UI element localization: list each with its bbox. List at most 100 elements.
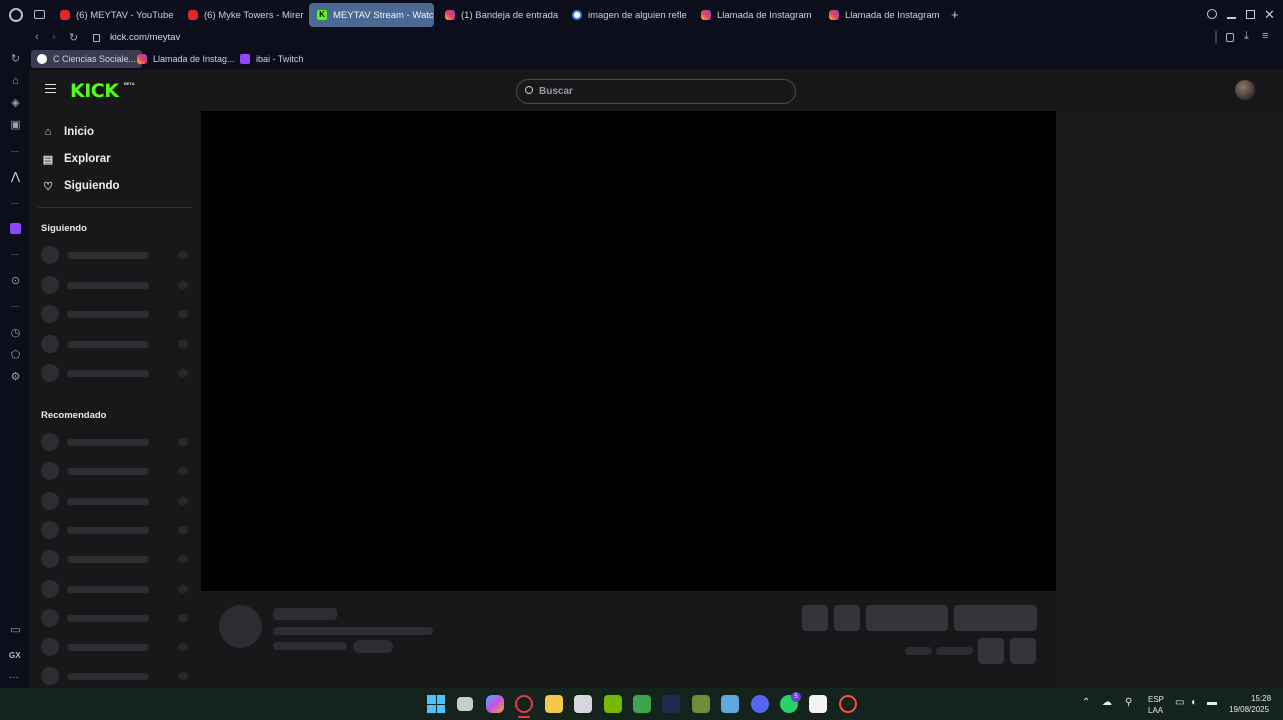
channel-name-skeleton	[67, 556, 149, 564]
clock-date[interactable]: 19/08/2025	[1229, 705, 1269, 714]
gx-mod-icon[interactable]: ▣	[9, 119, 22, 132]
url-field[interactable]: kick.com/meytav	[110, 32, 180, 43]
gx-corner-icon[interactable]: ⌂	[9, 75, 22, 88]
opera-logo-icon[interactable]	[9, 8, 23, 22]
live-indicator-skeleton	[178, 251, 188, 259]
new-tab-button[interactable]: +	[951, 8, 959, 22]
copilot-icon[interactable]	[486, 695, 504, 713]
windows-start-icon[interactable]	[427, 695, 445, 713]
nav-siguiendo[interactable]: ♡ Siguiendo	[42, 176, 120, 196]
nav-explorar[interactable]: ▤ Explorar	[42, 149, 111, 169]
gx-cleaner-icon[interactable]: ◈	[9, 97, 22, 110]
kick-sidebar-icon[interactable]: ⋀	[9, 171, 22, 184]
microphone-icon[interactable]: ⚲	[1125, 697, 1132, 708]
tab-instagram-inbox[interactable]: (1) Bandeja de entrada •	[437, 3, 559, 27]
battery-icon[interactable]: ▬	[1207, 697, 1217, 708]
action-button-skeleton	[834, 605, 860, 631]
active-app-indicator	[518, 716, 530, 718]
channel-name-skeleton	[67, 644, 149, 652]
video-player[interactable]	[201, 111, 1056, 591]
channel-avatar-skeleton	[41, 364, 59, 382]
lock-icon[interactable]	[93, 34, 100, 42]
language-bottom[interactable]: LAA	[1148, 706, 1163, 715]
opera-gx-taskbar-icon[interactable]	[515, 695, 533, 713]
tab-instagram-call-1[interactable]: Llamada de Instagram	[693, 3, 817, 27]
back-icon[interactable]: ‹	[35, 31, 39, 43]
capcut-icon[interactable]	[809, 695, 827, 713]
hamburger-menu-icon[interactable]	[45, 84, 56, 93]
kick-page: KICK BETA Buscar ⌂ Inicio ▤ Explorar ♡ S…	[30, 70, 1283, 688]
vpn-icon[interactable]	[1226, 33, 1234, 42]
notepad-icon[interactable]	[721, 695, 739, 713]
youtube-icon	[60, 10, 70, 20]
forward-icon[interactable]: ›	[52, 31, 56, 43]
more-button-skeleton	[1010, 638, 1036, 664]
extensions-icon[interactable]: ⬠	[9, 349, 22, 362]
onedrive-icon[interactable]: ☁	[1102, 697, 1112, 708]
channel-name-skeleton	[67, 497, 149, 505]
stream-category-skeleton	[273, 642, 347, 650]
discord-icon[interactable]	[751, 695, 769, 713]
live-indicator-skeleton	[178, 339, 188, 348]
language-top[interactable]: ESP	[1148, 695, 1164, 704]
channel-row-skeleton	[41, 433, 191, 451]
nav-inicio[interactable]: ⌂ Inicio	[42, 122, 94, 142]
volume-icon[interactable]: ◖	[1190, 697, 1196, 708]
microsoft-store-icon[interactable]	[574, 695, 592, 713]
channel-row-skeleton	[41, 364, 191, 382]
close-window-button[interactable]: ✕	[1264, 7, 1275, 23]
google-icon	[37, 54, 47, 64]
tab-youtube-meytav[interactable]: (6) MEYTAV - YouTube	[52, 3, 178, 27]
tab-google-image[interactable]: imagen de alguien refle	[564, 3, 688, 27]
minecraft-icon[interactable]	[692, 695, 710, 713]
opera-taskbar-icon[interactable]	[839, 695, 857, 713]
tab-youtube-myke-towers[interactable]: (6) Myke Towers - Mirer	[180, 3, 304, 27]
google-icon	[572, 10, 582, 20]
settings-icon[interactable]: ⚙	[9, 371, 22, 384]
menu-icon[interactable]: ≡	[1262, 30, 1268, 42]
uptime-skeleton	[936, 647, 973, 655]
clock-time[interactable]: 15:28	[1251, 694, 1271, 703]
wallet-icon[interactable]: ▭	[9, 624, 22, 637]
ar-app-icon[interactable]	[662, 695, 680, 713]
bookmarks-bar: C Ciencias Sociale... Llamada de Instag.…	[30, 48, 1283, 70]
bookmark-instagram-call[interactable]: Llamada de Instag...	[131, 50, 241, 68]
nvidia-icon[interactable]	[604, 695, 622, 713]
bookmark-ciencias-sociales[interactable]: C Ciencias Sociale...	[31, 50, 143, 68]
search-tabs-icon[interactable]	[1207, 9, 1217, 19]
history-icon[interactable]: ◷	[9, 327, 22, 340]
channel-row-skeleton	[41, 491, 191, 510]
user-avatar[interactable]	[1235, 80, 1255, 100]
channel-name-skeleton	[67, 281, 149, 289]
reload-icon[interactable]: ↻	[69, 31, 78, 44]
task-view-icon[interactable]	[457, 697, 473, 711]
tab-instagram-call-2[interactable]: Llamada de Instagram	[821, 3, 945, 27]
kick-logo[interactable]: KICK BETA	[70, 80, 135, 102]
sidebar-separator	[11, 306, 19, 307]
player-icon[interactable]: ⊙	[9, 275, 22, 288]
instagram-icon	[701, 10, 711, 20]
subscribe-button-skeleton	[954, 605, 1037, 631]
tab-islands-icon[interactable]	[34, 10, 45, 19]
home-icon: ⌂	[44, 126, 52, 138]
live-indicator-skeleton	[178, 496, 188, 505]
tray-chevron-icon[interactable]: ⌃	[1082, 697, 1090, 708]
twitch-sidebar-icon[interactable]	[9, 223, 22, 236]
gx-control-icon[interactable]: ↻	[9, 53, 22, 66]
more-icon[interactable]: ···	[9, 672, 19, 683]
network-icon[interactable]: ▭	[1175, 697, 1184, 708]
channel-avatar-skeleton	[41, 579, 59, 598]
download-icon[interactable]: ⤓	[1244, 30, 1249, 43]
address-bar: ‹ › ↻ kick.com/meytav ⤓ ≡	[30, 30, 1283, 48]
channel-name-skeleton	[67, 370, 149, 377]
file-explorer-icon[interactable]	[545, 695, 563, 713]
bookmark-ibai-twitch[interactable]: ibai - Twitch	[234, 50, 309, 68]
minimize-button[interactable]	[1227, 17, 1236, 19]
restore-button[interactable]	[1246, 10, 1255, 19]
channel-avatar-skeleton	[41, 462, 59, 481]
heart-icon: ♡	[43, 180, 53, 193]
tab-kick-meytav[interactable]: K MEYTAV Stream - Watch	[309, 3, 434, 27]
channel-row-skeleton	[41, 550, 191, 569]
search-bar[interactable]: Buscar	[516, 79, 796, 104]
xbox-game-icon[interactable]	[633, 695, 651, 713]
